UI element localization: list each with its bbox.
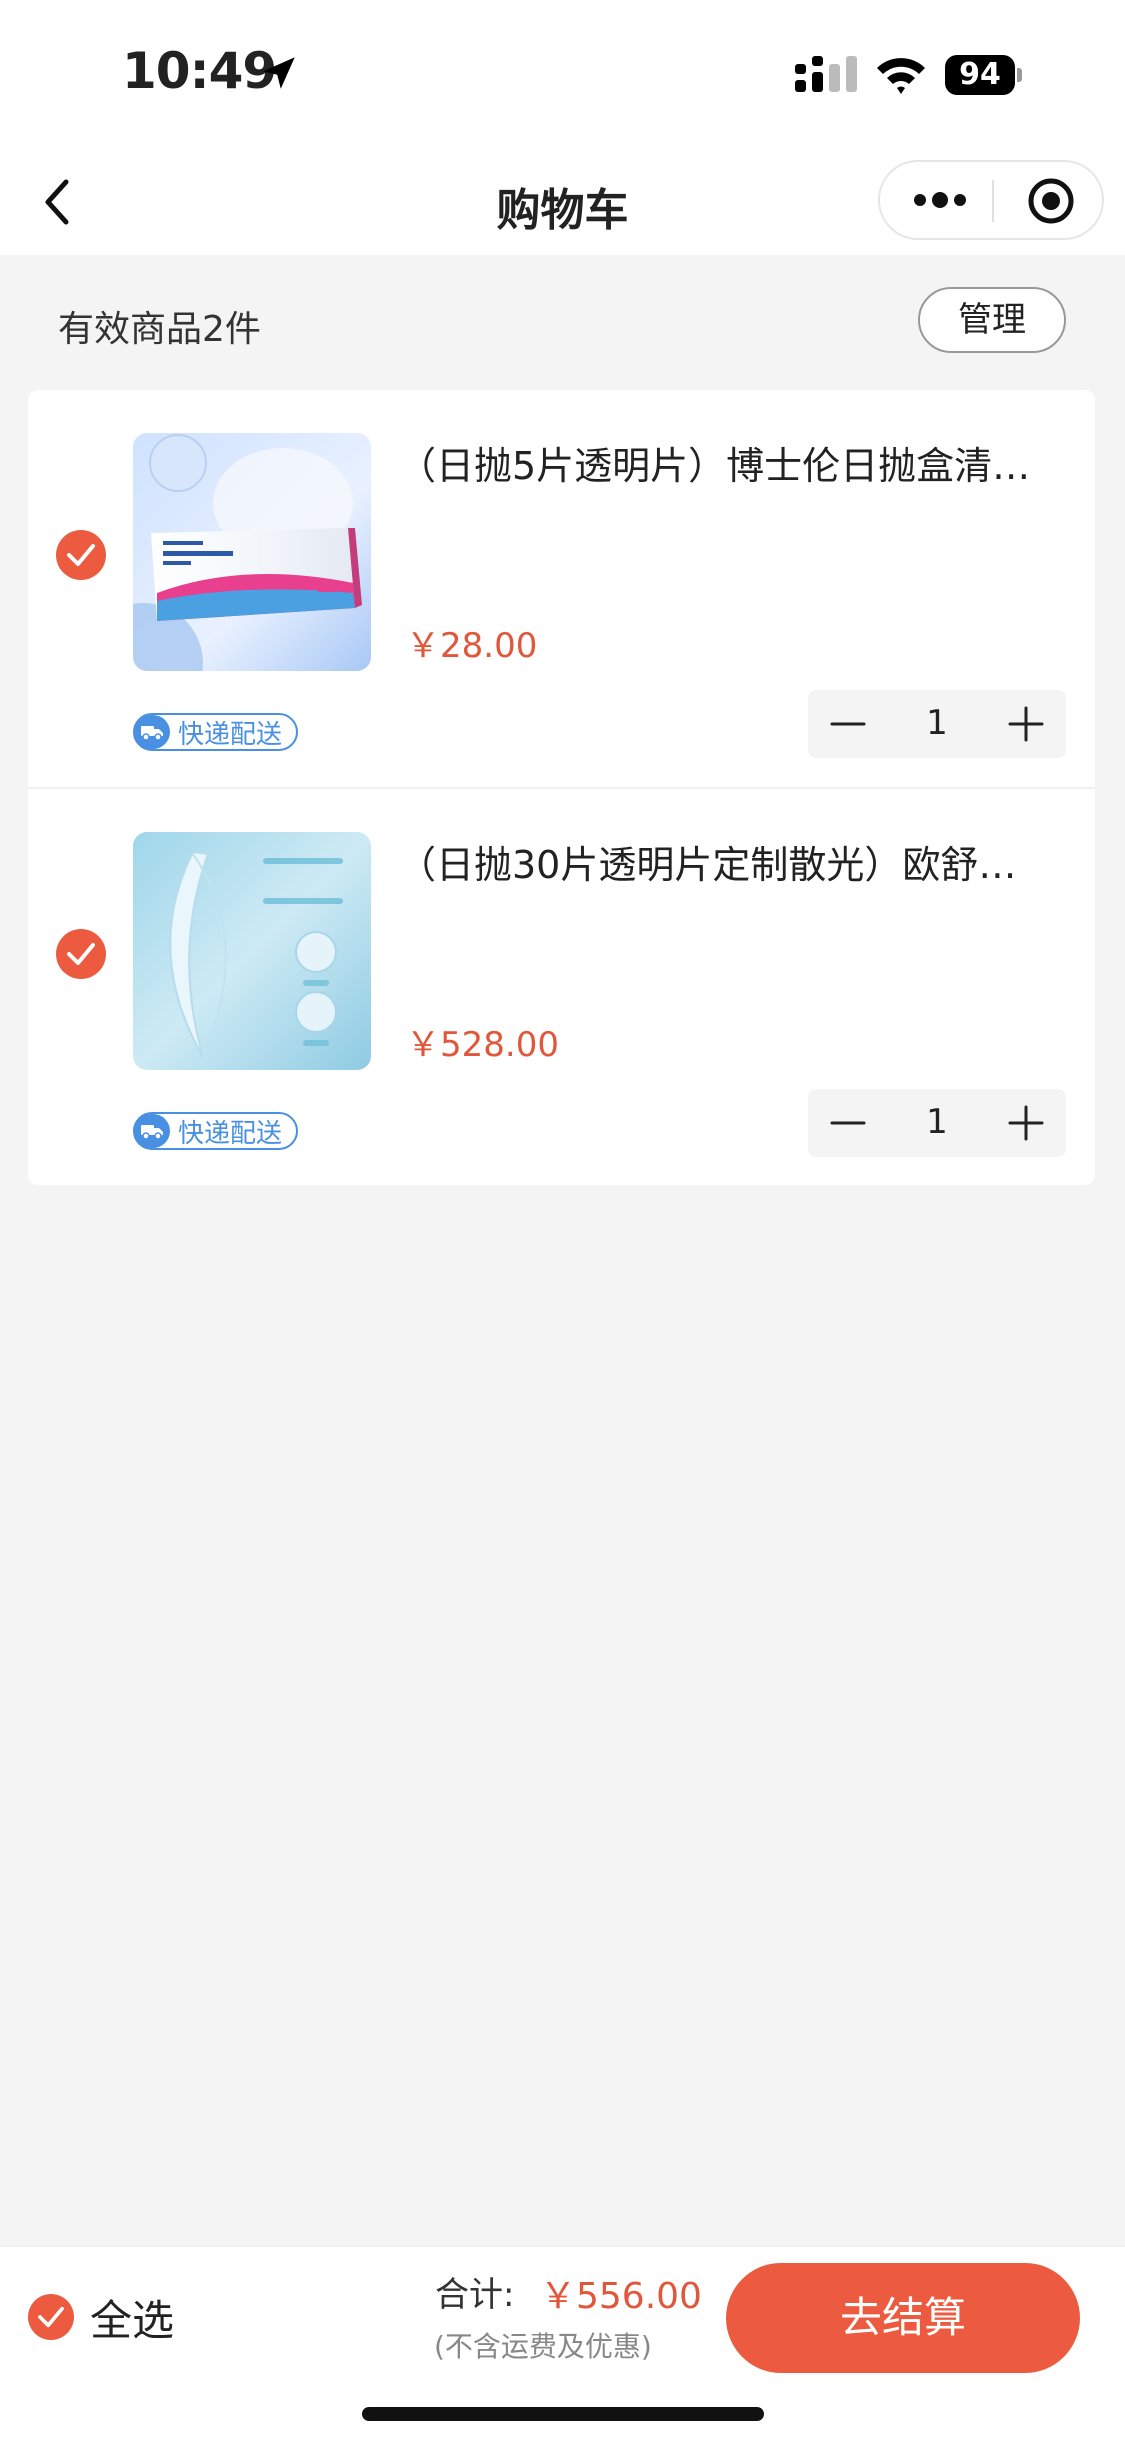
- product-image[interactable]: [133, 433, 371, 671]
- location-arrow-icon: [263, 57, 295, 89]
- product-image[interactable]: [133, 832, 371, 1070]
- product-price: ￥528.00: [406, 1025, 559, 1065]
- close-miniprogram-icon[interactable]: [1026, 176, 1076, 226]
- delivery-truck-icon: [134, 1114, 170, 1148]
- home-indicator[interactable]: [362, 2407, 764, 2421]
- delivery-tag-label: 快递配送: [178, 1118, 283, 1149]
- item-checkbox[interactable]: [56, 929, 106, 979]
- miniprogram-capsule: [878, 160, 1104, 240]
- checkmark-icon: [38, 2306, 64, 2328]
- capsule-divider: [992, 180, 994, 222]
- plus-icon[interactable]: [1006, 1103, 1046, 1143]
- total-note: (不含运费及优惠): [434, 2330, 652, 2363]
- total-amount: ￥556.00: [540, 2276, 702, 2317]
- delivery-tag: 快递配送: [133, 1112, 299, 1150]
- more-dots-icon[interactable]: [910, 184, 970, 216]
- battery-cap: [1017, 68, 1022, 82]
- contact-lens-box-image: [133, 433, 371, 671]
- cart-item: （日抛30片透明片定制散光）欧舒… ￥528.00 快递配送 1: [28, 787, 1095, 1185]
- select-all-checkbox[interactable]: [28, 2294, 74, 2340]
- cellular-signal-icon: [795, 56, 857, 92]
- delivery-truck-icon: [134, 715, 170, 749]
- minus-icon[interactable]: [828, 1103, 868, 1143]
- product-title[interactable]: （日抛5片透明片）博士伦日抛盒清…: [398, 435, 1078, 490]
- battery-indicator: 94: [945, 55, 1023, 95]
- product-price: ￥28.00: [406, 626, 538, 666]
- battery-level: 94: [945, 55, 1015, 95]
- status-bar: 10:49 94: [0, 0, 1125, 150]
- checkout-bar: 全选 合计: ￥556.00 (不含运费及优惠) 去结算: [0, 2246, 1125, 2437]
- total-label: 合计:: [435, 2275, 515, 2315]
- item-checkbox[interactable]: [56, 530, 106, 580]
- quantity-stepper: 1: [808, 690, 1066, 758]
- quantity-value[interactable]: 1: [868, 703, 1006, 743]
- select-all-toggle[interactable]: 全选: [28, 2292, 174, 2345]
- contact-lens-image: [133, 832, 371, 1070]
- checkmark-icon: [67, 943, 95, 965]
- product-title[interactable]: （日抛30片透明片定制散光）欧舒…: [398, 834, 1078, 889]
- select-all-label: 全选: [90, 2295, 175, 2345]
- minus-icon[interactable]: [828, 704, 868, 744]
- delivery-tag: 快递配送: [133, 713, 299, 751]
- cart-item: （日抛5片透明片）博士伦日抛盒清… ￥28.00 快递配送 1: [28, 390, 1095, 787]
- quantity-stepper: 1: [808, 1089, 1066, 1157]
- plus-icon[interactable]: [1006, 704, 1046, 744]
- nav-bar: 购物车: [0, 150, 1125, 255]
- valid-item-count: 有效商品2件: [58, 309, 261, 350]
- checkmark-icon: [67, 544, 95, 566]
- checkout-button[interactable]: 去结算: [726, 2263, 1080, 2373]
- wifi-icon: [877, 58, 925, 94]
- quantity-value[interactable]: 1: [868, 1102, 1006, 1142]
- status-time: 10:49: [122, 42, 277, 100]
- cart-list: （日抛5片透明片）博士伦日抛盒清… ￥28.00 快递配送 1 （日抛30片透明…: [28, 390, 1095, 1185]
- manage-button[interactable]: 管理: [918, 287, 1066, 353]
- delivery-tag-label: 快递配送: [178, 719, 283, 750]
